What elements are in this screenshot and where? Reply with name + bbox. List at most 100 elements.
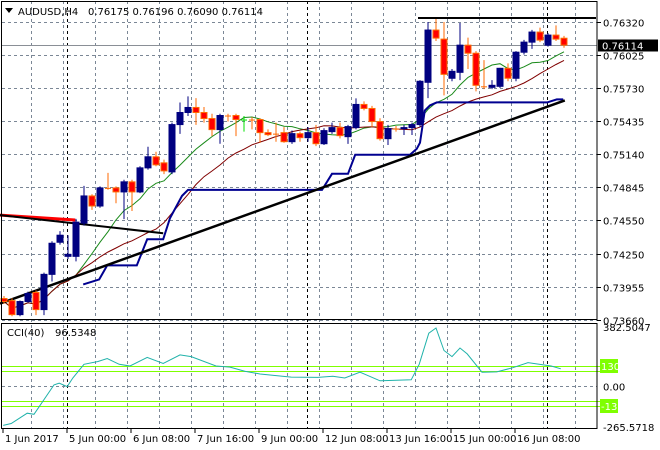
time-axis-label: 13 Jun 16:00	[389, 434, 453, 445]
time-axis-label: 5 Jun 00:00	[69, 434, 126, 445]
candle[interactable]	[512, 51, 520, 82]
candle-body	[432, 29, 440, 39]
cci-level-label: -130	[601, 402, 624, 413]
candle-body	[360, 103, 368, 109]
candle[interactable]	[520, 39, 528, 55]
candle-body	[144, 156, 152, 169]
candle-body	[376, 121, 384, 140]
candle[interactable]	[24, 291, 32, 303]
candle-body	[496, 67, 504, 87]
candle-body	[481, 86, 487, 88]
candle-body	[312, 132, 320, 145]
price-axis-label: 0.76025	[603, 52, 644, 63]
candle[interactable]	[544, 33, 552, 47]
symbol-label: AUDUSD,H4	[18, 7, 78, 18]
candle-body	[225, 115, 231, 117]
candle-body	[88, 195, 96, 207]
candle-body	[456, 44, 464, 73]
price-axis-label: 0.75140	[603, 151, 644, 162]
candle-body	[16, 301, 24, 316]
time-axis-label: 6 Jun 08:00	[133, 434, 190, 445]
candle-body	[64, 253, 72, 257]
candle[interactable]	[8, 298, 16, 317]
candle-body	[72, 221, 80, 257]
price-axis-label: 0.76320	[603, 19, 644, 30]
candle[interactable]	[16, 300, 24, 317]
candle-body	[408, 124, 416, 129]
background	[0, 0, 660, 450]
candle-body	[336, 127, 344, 137]
time-axis-label: 15 Jun 00:00	[453, 434, 517, 445]
candle-body	[241, 119, 247, 121]
candle[interactable]	[376, 118, 384, 141]
cci-title: CCI(40)	[7, 328, 45, 339]
price-axis-label: 0.74250	[603, 251, 644, 262]
candle-body	[544, 34, 552, 46]
candle-body	[352, 103, 360, 129]
candle[interactable]	[72, 218, 80, 262]
candle[interactable]	[40, 272, 48, 316]
chart-header: AUDUSD,H4 0.76175 0.76196 0.76090 0.7611…	[5, 7, 263, 18]
candle-body	[384, 128, 392, 140]
candle-body	[192, 106, 200, 113]
candle-body	[80, 195, 88, 224]
candle[interactable]	[136, 166, 144, 194]
time-axis-label: 12 Jun 08:00	[325, 434, 389, 445]
trading-chart[interactable]: 0.76320 0.76025 0.75730 0.75435 0.75140 0.748…	[0, 0, 660, 450]
candle-body	[96, 187, 104, 207]
candle-body	[48, 242, 56, 275]
candle-body	[200, 111, 208, 120]
candle-body	[105, 187, 111, 189]
candle[interactable]	[496, 67, 504, 88]
candle-body	[136, 167, 144, 193]
candle-body	[520, 41, 528, 53]
candle-body	[176, 111, 184, 126]
candle-body	[528, 31, 536, 43]
candle-body	[232, 115, 240, 121]
price-axis-label: 0.73955	[603, 284, 644, 295]
candle-body	[112, 187, 120, 193]
price-axis-label: 0.75730	[603, 85, 644, 96]
candle-body	[120, 181, 128, 193]
candle-body	[464, 44, 472, 54]
candle[interactable]	[96, 186, 104, 208]
candle-body	[560, 37, 568, 46]
candle-body	[152, 156, 160, 166]
candle-body	[400, 127, 408, 130]
candle-body	[512, 51, 520, 79]
candle[interactable]	[320, 128, 328, 146]
time-axis-label: 9 Jun 00:00	[261, 434, 318, 445]
candle-body	[8, 300, 16, 316]
candle-body	[504, 67, 512, 79]
candle[interactable]	[416, 80, 424, 128]
candle-body	[256, 119, 264, 134]
candle-body	[440, 38, 448, 75]
candle[interactable]	[168, 122, 176, 175]
time-axis-label: 16 Jun 08:00	[517, 434, 581, 445]
candle[interactable]	[472, 51, 480, 92]
candle-body	[472, 52, 480, 86]
candle-body	[393, 128, 399, 130]
cci-axis-zero: 0.00	[603, 383, 625, 394]
candle-body	[24, 292, 32, 303]
time-axis-label: 7 Jun 16:00	[197, 434, 254, 445]
candle-body	[304, 132, 312, 139]
candle-body	[328, 127, 336, 133]
cci-axis-max: 382.5047	[603, 323, 651, 334]
candle-body	[160, 162, 168, 172]
candle-body	[128, 181, 136, 193]
candle-body	[536, 31, 544, 41]
candle-body	[552, 34, 560, 40]
cci-level-label: 130	[601, 362, 620, 373]
cci-axis-min: -265.5718	[603, 423, 654, 434]
current-price-label: 0.76114	[602, 42, 643, 53]
candle-body	[184, 106, 192, 113]
candle-body	[56, 234, 64, 243]
candle-body	[208, 118, 216, 131]
candle-body	[280, 132, 288, 143]
candle-body	[40, 273, 48, 311]
candle-body	[296, 133, 304, 139]
candle-body	[448, 70, 456, 79]
candle-body	[32, 291, 40, 311]
candle-body	[249, 119, 255, 121]
